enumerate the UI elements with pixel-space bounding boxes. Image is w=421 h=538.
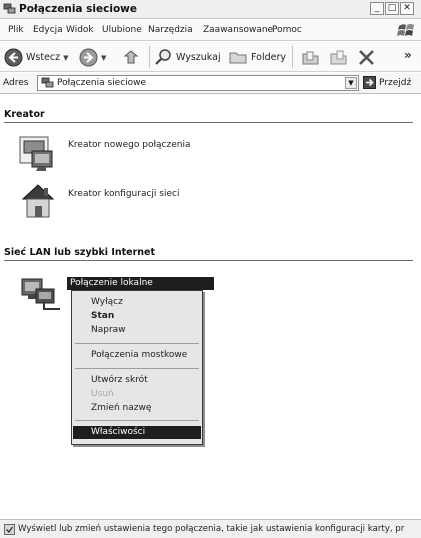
back-label: Wstecz — [26, 52, 61, 63]
connection-info-icon — [4, 524, 15, 535]
search-label: Wyszukaj — [176, 51, 221, 63]
network-connections-icon — [3, 3, 16, 14]
address-input[interactable]: Połączenia sieciowe ▼ — [37, 75, 359, 91]
address-bar: Adres Połączenia sieciowe ▼ Przejdź — [0, 73, 421, 94]
go-label: Przejdź — [379, 77, 412, 88]
copy-to-icon[interactable] — [329, 48, 348, 67]
move-to-icon[interactable] — [301, 48, 320, 67]
search-button[interactable]: Wyszukaj — [155, 48, 221, 66]
menu-view[interactable]: Widok — [66, 25, 94, 35]
context-menu-bridge-connections[interactable]: Połączenia mostkowe — [73, 349, 201, 362]
close-button[interactable]: ✕ — [400, 2, 414, 15]
context-menu-separator — [75, 368, 199, 369]
context-menu-properties[interactable]: Właściwości — [73, 426, 201, 439]
new-connection-wizard-icon[interactable] — [18, 133, 58, 173]
folders-button[interactable]: Foldery — [229, 48, 286, 66]
minimize-button[interactable]: _ — [370, 2, 384, 15]
address-label: Adres — [3, 78, 29, 88]
context-menu-disable[interactable]: Wyłącz — [73, 296, 201, 309]
menu-bar: Plik Edycja Widok Ulubione Narzędzia Zaa… — [0, 20, 421, 41]
folders-icon — [229, 52, 247, 64]
context-menu-status[interactable]: Stan — [73, 310, 201, 323]
go-button[interactable]: Przejdź — [363, 76, 411, 89]
toolbar-separator — [292, 46, 293, 68]
menu-tools[interactable]: Narzędzia — [148, 25, 193, 35]
context-menu: Wyłącz Stan Napraw Połączenia mostkowe U… — [71, 290, 203, 445]
toolbar-overflow-button[interactable]: » — [404, 48, 412, 62]
title-bar: Połączenia sieciowe _ □ ✕ — [0, 0, 421, 19]
back-button[interactable]: Wstecz ▼ — [4, 48, 69, 67]
local-area-connection-icon[interactable] — [20, 275, 64, 315]
menu-edit[interactable]: Edycja — [33, 25, 63, 35]
back-arrow-icon — [4, 48, 23, 67]
forward-dropdown-icon[interactable]: ▼ — [101, 54, 106, 62]
group-divider — [4, 122, 413, 123]
forward-button[interactable]: ▼ — [79, 48, 106, 67]
local-area-connection-label[interactable]: Połączenie lokalne — [67, 277, 214, 290]
menu-favorites[interactable]: Ulubione — [102, 25, 142, 35]
maximize-button[interactable]: □ — [385, 2, 399, 15]
network-setup-wizard-label[interactable]: Kreator konfiguracji sieci — [68, 189, 179, 199]
toolbar-separator — [149, 46, 150, 68]
status-text: Wyświetl lub zmień ustawienia tego połąc… — [18, 524, 405, 534]
address-dropdown-icon[interactable]: ▼ — [345, 77, 357, 89]
group-title-lan: Sieć LAN lub szybki Internet — [4, 247, 156, 258]
context-menu-create-shortcut[interactable]: Utwórz skrót — [73, 374, 201, 387]
network-setup-wizard-icon[interactable] — [20, 181, 56, 221]
back-dropdown-icon[interactable]: ▼ — [63, 54, 68, 62]
windows-logo-icon — [397, 24, 414, 36]
status-bar: Wyświetl lub zmień ustawienia tego połąc… — [0, 519, 421, 538]
up-folder-icon[interactable] — [123, 48, 141, 67]
context-menu-repair[interactable]: Napraw — [73, 324, 201, 337]
menu-help[interactable]: Pomoc — [272, 25, 302, 35]
group-title-wizard: Kreator — [4, 109, 45, 120]
context-menu-separator — [75, 343, 199, 344]
toolbar: Wstecz ▼ ▼ Wyszukaj Foldery » — [0, 42, 421, 72]
address-value: Połączenia sieciowe — [57, 78, 147, 88]
context-menu-delete: Usuń — [91, 389, 114, 399]
network-connections-icon — [41, 77, 54, 88]
window-title: Połączenia sieciowe — [19, 3, 137, 15]
folders-label: Foldery — [251, 51, 286, 63]
file-view: Kreator Kreator nowego połączenia Kreato… — [0, 95, 421, 519]
context-menu-separator — [75, 420, 199, 421]
menu-file[interactable]: Plik — [8, 25, 24, 35]
go-arrow-icon — [363, 76, 376, 89]
context-menu-rename[interactable]: Zmień nazwę — [73, 402, 201, 415]
group-divider — [4, 260, 413, 261]
delete-icon[interactable] — [358, 49, 375, 66]
new-connection-wizard-label[interactable]: Kreator nowego połączenia — [68, 140, 190, 150]
forward-arrow-icon — [79, 48, 98, 67]
menu-advanced[interactable]: Zaawansowane — [203, 25, 273, 35]
search-icon — [155, 49, 171, 65]
